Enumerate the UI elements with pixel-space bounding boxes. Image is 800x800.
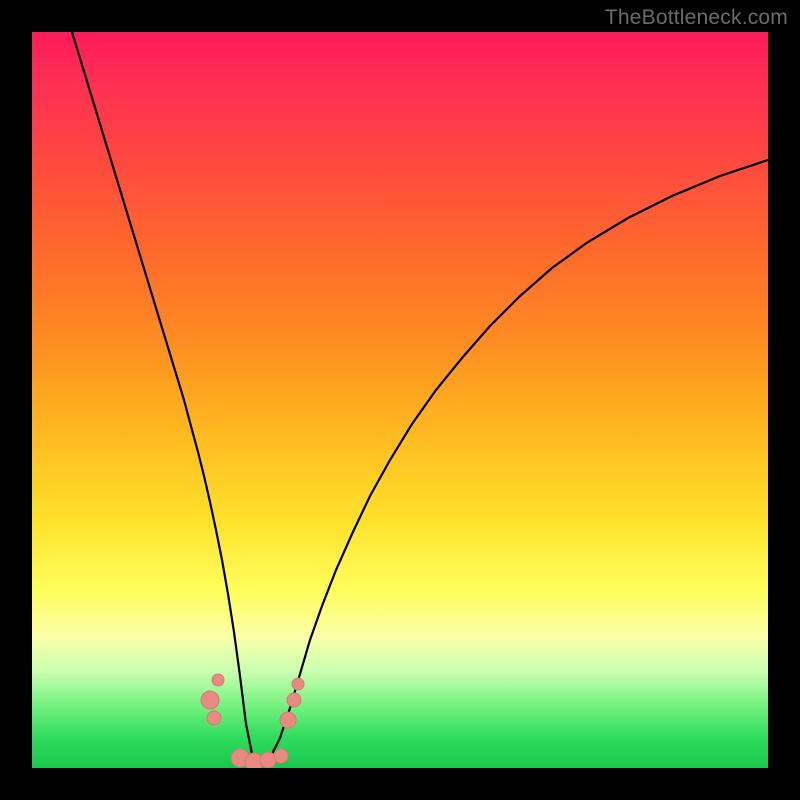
marker-cluster-b-3 — [260, 752, 276, 768]
bottleneck-curve-path — [72, 32, 768, 762]
marker-cluster-b-4 — [274, 749, 288, 763]
marker-cluster-a-3 — [212, 674, 224, 686]
chart-svg — [32, 32, 768, 768]
marker-cluster-c-3 — [292, 678, 304, 690]
chart-plot-area — [32, 32, 768, 768]
marker-cluster-a-2 — [207, 711, 221, 725]
marker-cluster-c-1 — [280, 712, 296, 728]
chart-frame: TheBottleneck.com — [0, 0, 800, 800]
marker-cluster-c-2 — [287, 693, 301, 707]
watermark-text: TheBottleneck.com — [605, 6, 788, 30]
marker-group — [201, 674, 304, 768]
marker-cluster-a-1 — [201, 691, 219, 709]
